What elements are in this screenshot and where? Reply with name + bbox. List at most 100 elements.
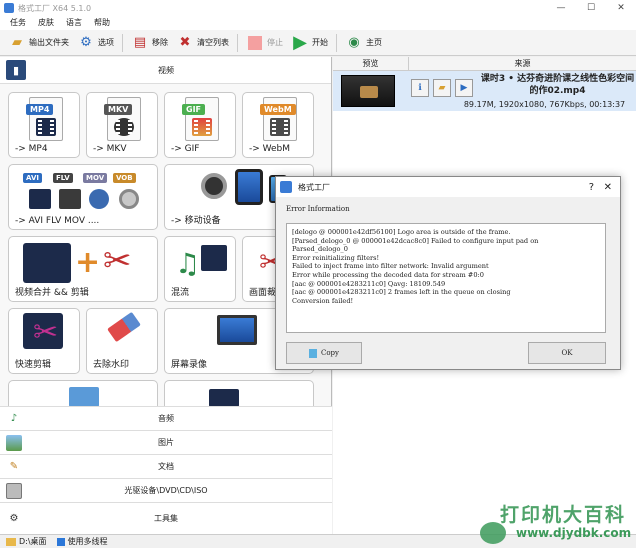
window-titlebar: 格式工厂 X64 5.1.0 — ☐ ✕ [0, 0, 636, 16]
video-category-header[interactable]: ▮ 视频 [0, 57, 331, 84]
menu-skin[interactable]: 皮肤 [38, 16, 54, 30]
plus-icon: + [75, 245, 101, 280]
open-folder-icon[interactable]: ▰ [433, 79, 451, 97]
tile-to-gif[interactable]: GIF -> GIF [164, 92, 236, 158]
dialog-close-icon[interactable]: ✕ [604, 182, 612, 193]
error-dialog: 格式工厂 ? ✕ Error Information [delogo @ 000… [275, 176, 621, 370]
toolbar-divider [336, 33, 337, 52]
film-icon [201, 245, 227, 271]
video-icon [69, 387, 99, 406]
watermark-logo-icon [480, 522, 506, 544]
multithread-checkbox[interactable] [56, 537, 65, 546]
multithread-label: 使用多线程 [67, 537, 108, 546]
error-heading: Error Information [286, 205, 350, 213]
monitor-icon [217, 315, 257, 345]
toolbar-divider [122, 33, 123, 52]
help-icon[interactable]: ? [589, 182, 594, 193]
globe-icon: ◉ [348, 35, 360, 50]
toolbar-divider [237, 33, 238, 52]
music-icon: ♫ [175, 247, 201, 280]
app-icon [280, 181, 292, 193]
tile-remove-watermark[interactable]: 去除水印 [86, 308, 158, 374]
tile-partial[interactable] [8, 380, 158, 406]
document-category[interactable]: ✎ 文档 [0, 454, 332, 478]
toolbar: ▰ 输出文件夹 ⚙ 选项 ▤ 移除 ✖ 清空列表 停止 ▶ 开始 ◉ 主页 [0, 30, 636, 56]
watermark-url: www.djydbk.com [516, 526, 632, 540]
tile-quick-clip[interactable]: ✂ 快速剪辑 [8, 308, 80, 374]
disc-category[interactable]: 光驱设备\DVD\CD\ISO [0, 478, 332, 502]
task-row[interactable]: ℹ ▰ ▶ 课时3 • 达芬奇进阶课之线性色彩空间的作02.mp4 89.17M… [333, 71, 636, 111]
tile-to-webm[interactable]: WebM -> WebM [242, 92, 314, 158]
tools-category[interactable]: ⚙ 工具集 [0, 502, 332, 534]
folder-icon [6, 537, 16, 546]
mp4-file-icon: MP4 [26, 97, 63, 141]
play-icon: ▶ [293, 32, 307, 53]
scissors-icon: ✂ [103, 241, 132, 281]
site-watermark: 打印机大百科 www.djydbk.com [480, 500, 632, 546]
maximize-button[interactable]: ☐ [576, 0, 606, 16]
stop-button[interactable]: 停止 [246, 32, 283, 54]
output-path[interactable]: D:\桌面 [19, 536, 47, 547]
menu-bar: 任务 皮肤 语言 帮助 [0, 16, 636, 30]
ok-button[interactable]: OK [528, 342, 606, 364]
source-column-header[interactable]: 来源 [409, 57, 636, 70]
gif-file-icon: GIF [182, 97, 219, 141]
play-preview-icon[interactable]: ▶ [455, 79, 473, 97]
film-icon [23, 243, 71, 283]
tile-partial[interactable] [164, 380, 314, 406]
copy-button[interactable]: Copy [286, 342, 362, 364]
task-list-header: 预览 来源 [333, 57, 636, 71]
tile-to-avi-flv-mov[interactable]: AVI FLV MOV VOB -> AVI FLV MOV .... [8, 164, 158, 230]
clear-list-icon: ✖ [179, 35, 191, 50]
close-button[interactable]: ✕ [606, 0, 636, 16]
window-title: 格式工厂 X64 5.1.0 [18, 3, 92, 13]
remove-button[interactable]: ▤ 移除 [131, 32, 168, 54]
clear-list-button[interactable]: ✖ 清空列表 [176, 32, 229, 54]
film-icon [209, 389, 239, 406]
minimize-button[interactable]: — [546, 0, 576, 16]
remove-icon: ▤ [133, 35, 147, 50]
watermark-text: 打印机大百科 [500, 504, 627, 526]
source-file-name: 课时3 • 达芬奇进阶课之线性色彩空间的作02.mp4 [480, 74, 635, 96]
gear-icon: ⚙ [80, 35, 92, 50]
options-button[interactable]: ⚙ 选项 [77, 32, 114, 54]
folder-icon: ▰ [12, 35, 22, 50]
film-icon [29, 189, 51, 209]
vob-badge: VOB [113, 173, 136, 183]
menu-task[interactable]: 任务 [10, 16, 26, 30]
menu-help[interactable]: 帮助 [94, 16, 110, 30]
menu-language[interactable]: 语言 [66, 16, 82, 30]
tile-mix[interactable]: ♫ 混流 [164, 236, 236, 302]
info-icon[interactable]: ℹ [411, 79, 429, 97]
home-button[interactable]: ◉ 主页 [345, 32, 382, 54]
mov-badge: MOV [83, 173, 108, 183]
eraser-icon [107, 311, 141, 343]
webm-file-icon: WebM [260, 97, 297, 141]
copy-icon [308, 348, 317, 358]
tile-video-merge[interactable]: + ✂ 视频合并 && 剪辑 [8, 236, 158, 302]
dialog-title: 格式工厂 [298, 182, 330, 192]
mkv-file-icon: MKV [104, 97, 141, 141]
tile-to-mkv[interactable]: MKV -> MKV [86, 92, 158, 158]
flv-badge: FLV [53, 173, 73, 183]
video-thumbnail [341, 75, 395, 107]
source-file-meta: 89.17M, 1920x1080, 767Kbps, 00:13:37 [463, 100, 626, 109]
start-button[interactable]: ▶ 开始 [291, 32, 328, 54]
image-category[interactable]: 图片 [0, 430, 332, 454]
app-icon [4, 3, 14, 13]
scissors-icon: ✂ [33, 315, 59, 350]
film-icon [59, 189, 81, 209]
output-folder-button[interactable]: ▰ 输出文件夹 [8, 32, 69, 54]
quicktime-icon [89, 189, 109, 209]
error-message-box[interactable]: [delogo @ 000001e42df56100] Logo area is… [286, 223, 606, 333]
video-category-label: 视频 [158, 65, 174, 75]
tile-to-mp4[interactable]: MP4 -> MP4 [8, 92, 80, 158]
audio-category[interactable]: ♪ 音频 [0, 406, 332, 430]
dialog-titlebar: 格式工厂 ? ✕ [276, 177, 620, 197]
stop-icon [246, 34, 264, 52]
disc-icon [119, 189, 139, 209]
disc-icon [201, 173, 227, 199]
phone-icon [235, 169, 263, 205]
preview-column-header[interactable]: 预览 [333, 57, 409, 70]
avi-badge: AVI [23, 173, 42, 183]
